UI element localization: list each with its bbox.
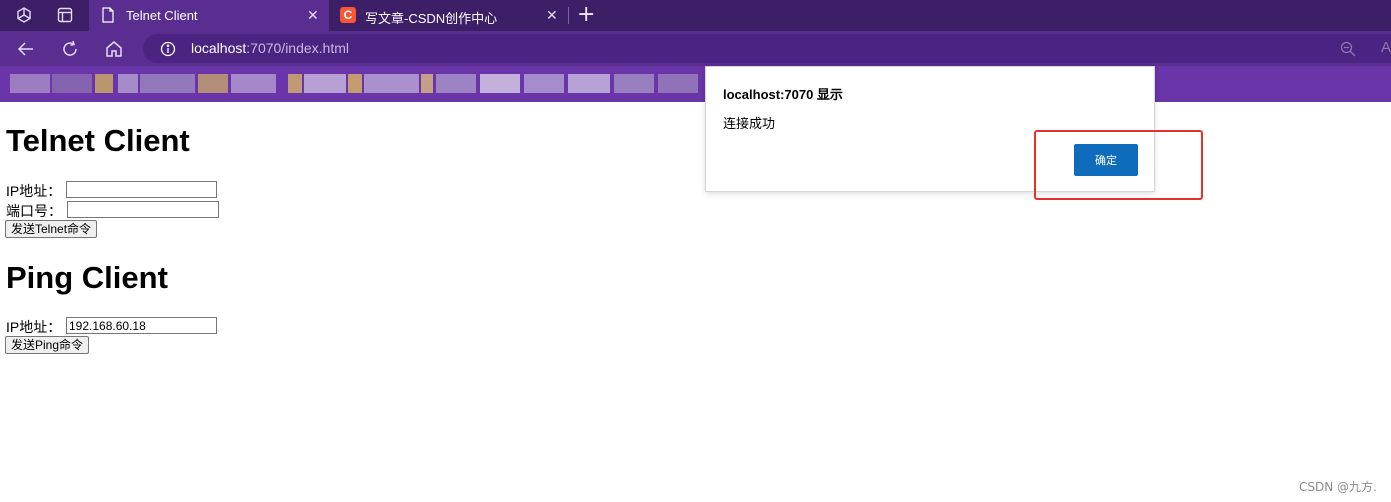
zoom-icon[interactable] (1340, 41, 1356, 61)
watermark: CSDN @九方. (1299, 480, 1377, 494)
csdn-icon: C (340, 7, 356, 23)
home-icon[interactable] (104, 39, 124, 59)
ping-ip-label: IP地址： (6, 319, 62, 335)
navigation-toolbar: localhost:7070/index.html A (0, 31, 1391, 66)
blurred-favorite (10, 74, 50, 93)
workspaces-icon[interactable] (15, 6, 35, 26)
blurred-favorite (658, 74, 698, 93)
tab-actions-icon[interactable] (56, 6, 76, 26)
highlight-annotation-box (1034, 130, 1203, 200)
tab-strip: Telnet Client ✕ C 写文章-CSDN创作中心 ✕ + (0, 0, 1391, 31)
url-text[interactable]: localhost:7070/index.html (191, 40, 349, 56)
blurred-favorite (421, 74, 433, 93)
tab-csdn[interactable]: C 写文章-CSDN创作中心 ✕ (330, 0, 568, 31)
send-telnet-button[interactable]: 发送Telnet命令 (5, 220, 98, 238)
tab-telnet-client[interactable]: Telnet Client ✕ (89, 0, 329, 31)
tab-label: Telnet Client (126, 8, 198, 23)
blurred-favorite (524, 74, 564, 93)
ping-ip-input[interactable] (66, 317, 217, 334)
address-bar[interactable]: localhost:7070/index.html A (143, 34, 1391, 63)
new-tab-icon[interactable]: + (577, 3, 595, 27)
back-icon[interactable] (16, 39, 36, 59)
telnet-ip-label: IP地址： (6, 183, 62, 199)
url-path: :7070/index.html (246, 40, 349, 56)
blurred-favorite (614, 74, 654, 93)
telnet-port-input[interactable] (67, 201, 219, 218)
blurred-favorite (118, 74, 138, 93)
read-aloud-icon[interactable]: A (1381, 39, 1391, 56)
close-tab-icon[interactable]: ✕ (307, 7, 319, 23)
favorites-bar (0, 66, 1391, 102)
blurred-favorite (364, 74, 419, 93)
blurred-favorite (95, 74, 113, 93)
blurred-favorite (348, 74, 362, 93)
blurred-favorite (304, 74, 346, 93)
blurred-favorite (198, 74, 228, 93)
tab-divider (568, 7, 569, 24)
ping-heading: Ping Client (6, 260, 168, 295)
dialog-title: localhost:7070 显示 (723, 87, 843, 102)
blurred-favorite (140, 74, 195, 93)
blurred-favorite (231, 74, 276, 93)
blurred-favorite (52, 74, 92, 93)
site-info-icon[interactable] (160, 41, 176, 61)
blurred-favorite (288, 74, 302, 93)
blurred-favorite (480, 74, 520, 93)
tab-label: 写文章-CSDN创作中心 (365, 11, 498, 26)
telnet-ip-input[interactable] (66, 181, 217, 198)
refresh-icon[interactable] (60, 39, 80, 59)
send-ping-button[interactable]: 发送Ping命令 (5, 336, 90, 354)
telnet-port-label: 端口号： (6, 203, 62, 219)
close-tab-icon[interactable]: ✕ (546, 7, 558, 23)
document-icon (101, 7, 115, 26)
telnet-heading: Telnet Client (6, 123, 190, 158)
blurred-favorite (568, 74, 610, 93)
blurred-favorite (436, 74, 476, 93)
dialog-message: 连接成功 (723, 116, 776, 131)
url-host: localhost (191, 40, 247, 56)
